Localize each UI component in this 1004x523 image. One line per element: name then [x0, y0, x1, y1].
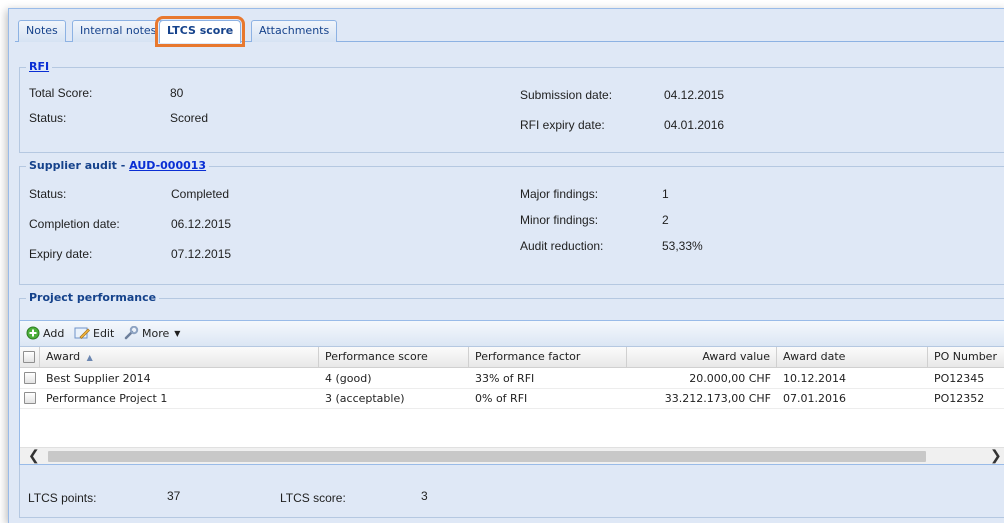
- scroll-left-icon[interactable]: ❮: [28, 447, 40, 464]
- tab-ltcs-score[interactable]: LTCS score: [154, 16, 246, 47]
- select-all-cell: [20, 347, 40, 368]
- ltcs-panel: Notes Internal notes LTCS score Attachme…: [8, 8, 1004, 523]
- column-award-date[interactable]: Award date: [777, 347, 928, 368]
- ltcs-points-value: 37: [167, 489, 181, 503]
- project-performance-legend: Project performance: [26, 291, 160, 304]
- major-findings-value: 1: [662, 187, 669, 201]
- tab-notes[interactable]: Notes: [18, 20, 66, 42]
- column-award[interactable]: Award ▲: [40, 347, 319, 368]
- tab-strip: Notes Internal notes LTCS score Attachme…: [9, 9, 1004, 47]
- total-score-value: 80: [170, 86, 184, 100]
- column-award-label: Award: [46, 350, 81, 363]
- sort-ascending-icon: ▲: [86, 353, 93, 362]
- tab-attachments[interactable]: Attachments: [251, 20, 338, 42]
- supplier-audit-legend: Supplier audit - AUD-000013: [26, 159, 210, 172]
- cell-award: Performance Project 1: [46, 392, 168, 405]
- cell-award-date: 07.01.2016: [783, 392, 846, 405]
- edit-button[interactable]: Edit: [74, 326, 114, 340]
- audit-reduction-label: Audit reduction:: [520, 239, 604, 253]
- edit-button-label: Edit: [93, 326, 115, 340]
- ltcs-points-label: LTCS points:: [28, 491, 97, 505]
- column-performance-score[interactable]: Performance score: [319, 347, 469, 368]
- grid-header: Award ▲ Performance score Performance fa…: [20, 347, 1004, 368]
- rfi-expiry-value: 04.01.2016: [664, 118, 725, 132]
- tab-internal-notes[interactable]: Internal notes: [72, 20, 165, 42]
- completion-date-value: 06.12.2015: [171, 217, 232, 231]
- major-findings-label: Major findings:: [520, 187, 599, 201]
- wrench-icon: [124, 326, 139, 340]
- rfi-expiry-label: RFI expiry date:: [520, 118, 605, 132]
- column-performance-factor[interactable]: Performance factor: [469, 347, 627, 368]
- audit-expiry-value: 07.12.2015: [171, 247, 232, 261]
- cell-award-value: 33.212.173,00 CHF: [664, 392, 771, 405]
- ltcs-score-value: 3: [421, 489, 428, 503]
- minor-findings-value: 2: [662, 213, 669, 227]
- audit-status-value: Completed: [171, 187, 230, 201]
- rfi-link[interactable]: RFI: [29, 60, 49, 73]
- rfi-legend: RFI: [26, 60, 53, 73]
- cell-po-number: PO12345: [934, 372, 985, 385]
- table-row[interactable]: Best Supplier 2014 4 (good) 33% of RFI 2…: [20, 369, 1004, 389]
- cell-award-date: 10.12.2014: [783, 372, 846, 385]
- scroll-right-icon[interactable]: ❯: [990, 447, 1002, 464]
- cell-award: Best Supplier 2014: [46, 372, 151, 385]
- performance-grid: Add Edit More ▼ Award ▲ Performance scor…: [19, 320, 1004, 465]
- cell-performance-factor: 0% of RFI: [475, 392, 528, 405]
- completion-date-label: Completion date:: [29, 217, 120, 231]
- audit-link[interactable]: AUD-000013: [129, 159, 206, 172]
- table-row[interactable]: Performance Project 1 3 (acceptable) 0% …: [20, 389, 1004, 409]
- chevron-down-icon: ▼: [174, 328, 181, 338]
- cell-performance-factor: 33% of RFI: [475, 372, 535, 385]
- edit-icon: [74, 327, 90, 339]
- add-icon: [26, 326, 40, 340]
- rfi-status-label: Status:: [29, 111, 67, 125]
- cell-award-value: 20.000,00 CHF: [689, 372, 771, 385]
- supplier-audit-legend-text: Supplier audit -: [29, 159, 130, 172]
- select-all-checkbox[interactable]: [23, 351, 35, 363]
- add-button[interactable]: Add: [26, 326, 64, 340]
- ltcs-score-label: LTCS score:: [280, 491, 346, 505]
- more-button-label: More: [142, 326, 170, 340]
- supplier-audit-fieldset: Supplier audit - AUD-000013 Status: Comp…: [19, 159, 1004, 285]
- more-button[interactable]: More ▼: [124, 326, 180, 340]
- total-score-label: Total Score:: [29, 86, 93, 100]
- cell-performance-score: 3 (acceptable): [325, 392, 405, 405]
- rfi-status-value: Scored: [170, 111, 209, 125]
- column-po-number[interactable]: PO Number: [928, 347, 1004, 368]
- scrollbar-thumb[interactable]: [48, 451, 926, 462]
- submission-date-label: Submission date:: [520, 88, 613, 102]
- row-checkbox[interactable]: [24, 392, 36, 404]
- audit-expiry-label: Expiry date:: [29, 247, 93, 261]
- audit-status-label: Status:: [29, 187, 67, 201]
- minor-findings-label: Minor findings:: [520, 213, 599, 227]
- add-button-label: Add: [43, 326, 65, 340]
- row-checkbox[interactable]: [24, 372, 36, 384]
- rfi-fieldset: RFI Total Score: 80 Status: Scored Submi…: [19, 60, 1004, 153]
- horizontal-scrollbar[interactable]: ❮ ❯: [20, 447, 1004, 464]
- grid-toolbar: Add Edit More ▼: [20, 321, 1004, 347]
- cell-po-number: PO12352: [934, 392, 985, 405]
- cell-performance-score: 4 (good): [325, 372, 372, 385]
- submission-date-value: 04.12.2015: [664, 88, 725, 102]
- column-award-value[interactable]: Award value: [627, 347, 777, 368]
- audit-reduction-value: 53,33%: [662, 239, 703, 253]
